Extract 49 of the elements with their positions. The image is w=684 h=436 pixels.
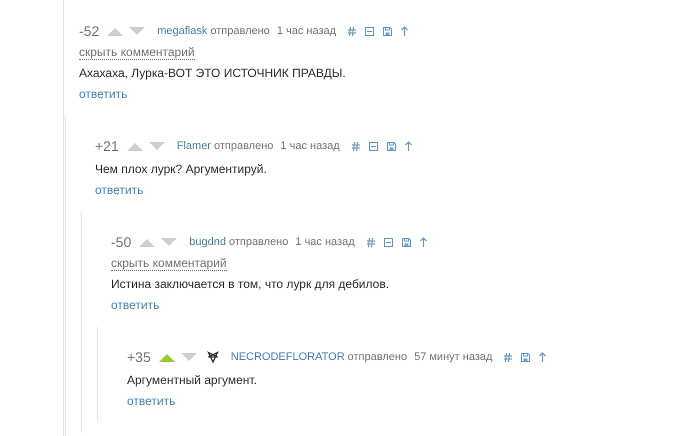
comment-text: Аргументный аргумент. bbox=[127, 372, 258, 388]
arrow-up-icon[interactable] bbox=[539, 352, 546, 362]
save-icon[interactable] bbox=[386, 142, 396, 150]
posted-label: отправлено bbox=[228, 234, 288, 250]
reply-link[interactable]: ответить bbox=[79, 87, 128, 101]
author-link[interactable]: bugdnd bbox=[189, 234, 226, 250]
time-label: 1 час назад bbox=[295, 234, 355, 250]
downvote-icon[interactable] bbox=[180, 352, 197, 362]
rating: -52 bbox=[79, 22, 100, 40]
posted-label: отправлено bbox=[210, 24, 270, 39]
comment-text: Ахахаха, Лурка-ВОТ ЭТО ИСТОЧНИК ПРАВДЫ. bbox=[79, 65, 347, 81]
reply-link[interactable]: ответить bbox=[111, 298, 160, 312]
hash-icon[interactable] bbox=[352, 142, 360, 150]
rating: +35 bbox=[127, 348, 151, 366]
posted-label: отправлено bbox=[348, 350, 408, 365]
hide-comment-link[interactable]: скрыть комментарий bbox=[111, 256, 227, 271]
arrow-up-icon[interactable] bbox=[404, 141, 412, 151]
arrow-up-icon[interactable] bbox=[401, 26, 408, 36]
hash-icon[interactable] bbox=[504, 352, 512, 362]
collapse-icon[interactable] bbox=[365, 26, 374, 36]
time-label: 57 минут назад bbox=[414, 350, 492, 365]
upvote-icon[interactable] bbox=[126, 142, 143, 150]
comment-text: Чем плох лурк? Аргументируй. bbox=[95, 161, 268, 177]
rating: +21 bbox=[95, 136, 119, 156]
downvote-icon[interactable] bbox=[129, 26, 146, 36]
save-icon[interactable] bbox=[402, 238, 411, 246]
upvote-icon[interactable] bbox=[158, 352, 175, 362]
arrow-up-icon[interactable] bbox=[420, 237, 427, 247]
reply-link[interactable]: ответить bbox=[95, 183, 144, 197]
upvote-icon[interactable] bbox=[139, 238, 156, 246]
rating: -50 bbox=[111, 232, 132, 252]
author-link[interactable]: NECRODEFLORATOR bbox=[230, 348, 345, 366]
comment-text: Истина заключается в том, что лурк для дебилов. bbox=[111, 276, 390, 292]
author-link[interactable]: megaflask bbox=[157, 22, 208, 40]
time-label: 1 час назад bbox=[280, 138, 340, 154]
reply-link[interactable]: ответить bbox=[127, 394, 176, 408]
time-label: 1 час назад bbox=[276, 24, 336, 39]
author-link[interactable]: Flamer bbox=[176, 138, 211, 154]
downvote-icon[interactable] bbox=[161, 238, 178, 246]
downvote-icon[interactable] bbox=[148, 142, 165, 150]
collapse-icon[interactable] bbox=[384, 238, 393, 246]
save-icon[interactable] bbox=[521, 352, 530, 362]
collapse-icon[interactable] bbox=[368, 142, 378, 150]
hash-icon[interactable] bbox=[366, 238, 375, 246]
upvote-icon[interactable] bbox=[107, 26, 124, 36]
hash-icon[interactable] bbox=[348, 26, 356, 36]
save-icon[interactable] bbox=[383, 26, 392, 36]
hide-comment-link[interactable]: скрыть комментарий bbox=[79, 45, 195, 60]
posted-label: отправлено bbox=[214, 138, 274, 154]
